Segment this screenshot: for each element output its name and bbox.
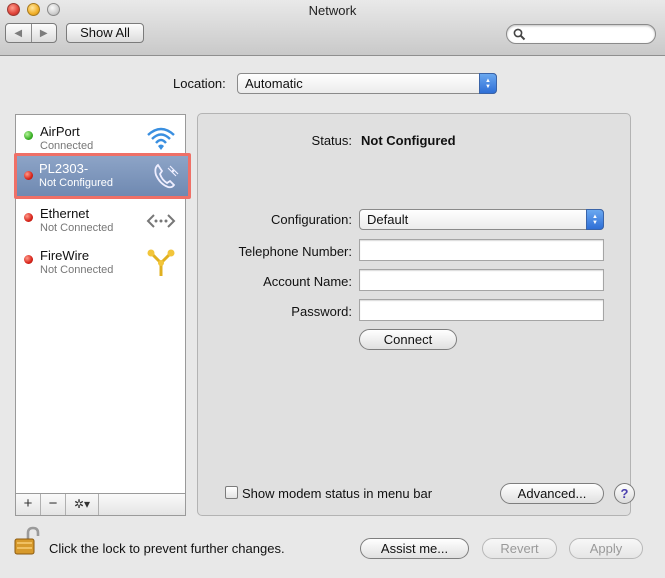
apply-button[interactable]: Apply: [569, 538, 643, 559]
help-button[interactable]: ?: [614, 483, 635, 504]
location-value: Automatic: [245, 76, 303, 91]
show-all-button[interactable]: Show All: [66, 23, 144, 43]
add-service-button[interactable]: +: [16, 494, 41, 515]
status-dot-green: [24, 131, 33, 140]
search-icon: [513, 28, 526, 41]
show-modem-status-checkbox[interactable]: [225, 486, 238, 499]
status-label: Status:: [311, 133, 352, 148]
service-list-toolbar: + − ✲▾: [15, 493, 186, 516]
password-label: Password:: [291, 304, 352, 319]
configuration-label: Configuration:: [271, 212, 352, 227]
window-titlebar: Network ◀ ▶ Show All: [0, 0, 665, 56]
service-item-firewire[interactable]: FireWire Not Connected: [16, 242, 185, 284]
service-name: Ethernet: [40, 206, 90, 221]
connect-button[interactable]: Connect: [359, 329, 457, 350]
show-modem-status-label: Show modem status in menu bar: [242, 486, 433, 501]
service-status: Not Configured: [39, 177, 113, 189]
telephone-number-label: Telephone Number:: [238, 244, 352, 259]
firewire-icon: [147, 249, 175, 276]
status-dot-red: [24, 255, 33, 264]
gear-icon[interactable]: ✲▾: [66, 494, 99, 515]
status-dot-red: [24, 213, 33, 222]
status-dot-red: [24, 171, 33, 180]
service-name: AirPort: [40, 124, 80, 139]
location-popup[interactable]: Automatic ▲ ▼: [237, 73, 497, 94]
location-label: Location:: [173, 76, 226, 91]
configuration-value: Default: [367, 212, 409, 227]
account-name-label: Account Name:: [263, 274, 352, 289]
advanced-button[interactable]: Advanced...: [500, 483, 604, 504]
service-item-pl2303[interactable]: PL2303- Not Configured: [14, 153, 191, 199]
service-item-ethernet[interactable]: Ethernet Not Connected: [16, 200, 185, 242]
service-status: Not Connected: [40, 222, 114, 234]
ethernet-icon: [146, 214, 176, 228]
service-status: Not Connected: [40, 264, 114, 276]
window-title: Network: [308, 3, 357, 18]
wifi-icon: [147, 127, 175, 150]
search-input[interactable]: [506, 24, 656, 44]
remove-service-button[interactable]: −: [41, 494, 66, 515]
account-name-field[interactable]: [359, 269, 604, 291]
telephone-number-field[interactable]: [359, 239, 604, 261]
nav-buttons: ◀ ▶: [5, 23, 57, 43]
popup-arrows-icon: ▲ ▼: [586, 209, 604, 230]
status-value: Not Configured: [361, 133, 456, 148]
assist-me-button[interactable]: Assist me...: [360, 538, 469, 559]
forward-arrow-icon: ▶: [39, 27, 48, 39]
service-name: FireWire: [40, 248, 90, 263]
service-list: AirPort Connected PL2303- Not Configured…: [14, 114, 191, 516]
password-field[interactable]: [359, 299, 604, 321]
modem-phone-icon: [154, 163, 179, 189]
forward-button[interactable]: ▶: [30, 24, 57, 42]
lock-message: Click the lock to prevent further change…: [49, 541, 285, 556]
back-arrow-icon: ◀: [14, 27, 23, 39]
service-status: Connected: [40, 140, 94, 152]
service-name: PL2303-: [39, 161, 89, 176]
popup-arrows-icon: ▲ ▼: [479, 73, 497, 94]
revert-button[interactable]: Revert: [482, 538, 557, 559]
back-button[interactable]: ◀: [6, 24, 31, 42]
configuration-popup[interactable]: Default ▲ ▼: [359, 209, 604, 230]
lock-icon[interactable]: [14, 526, 40, 556]
